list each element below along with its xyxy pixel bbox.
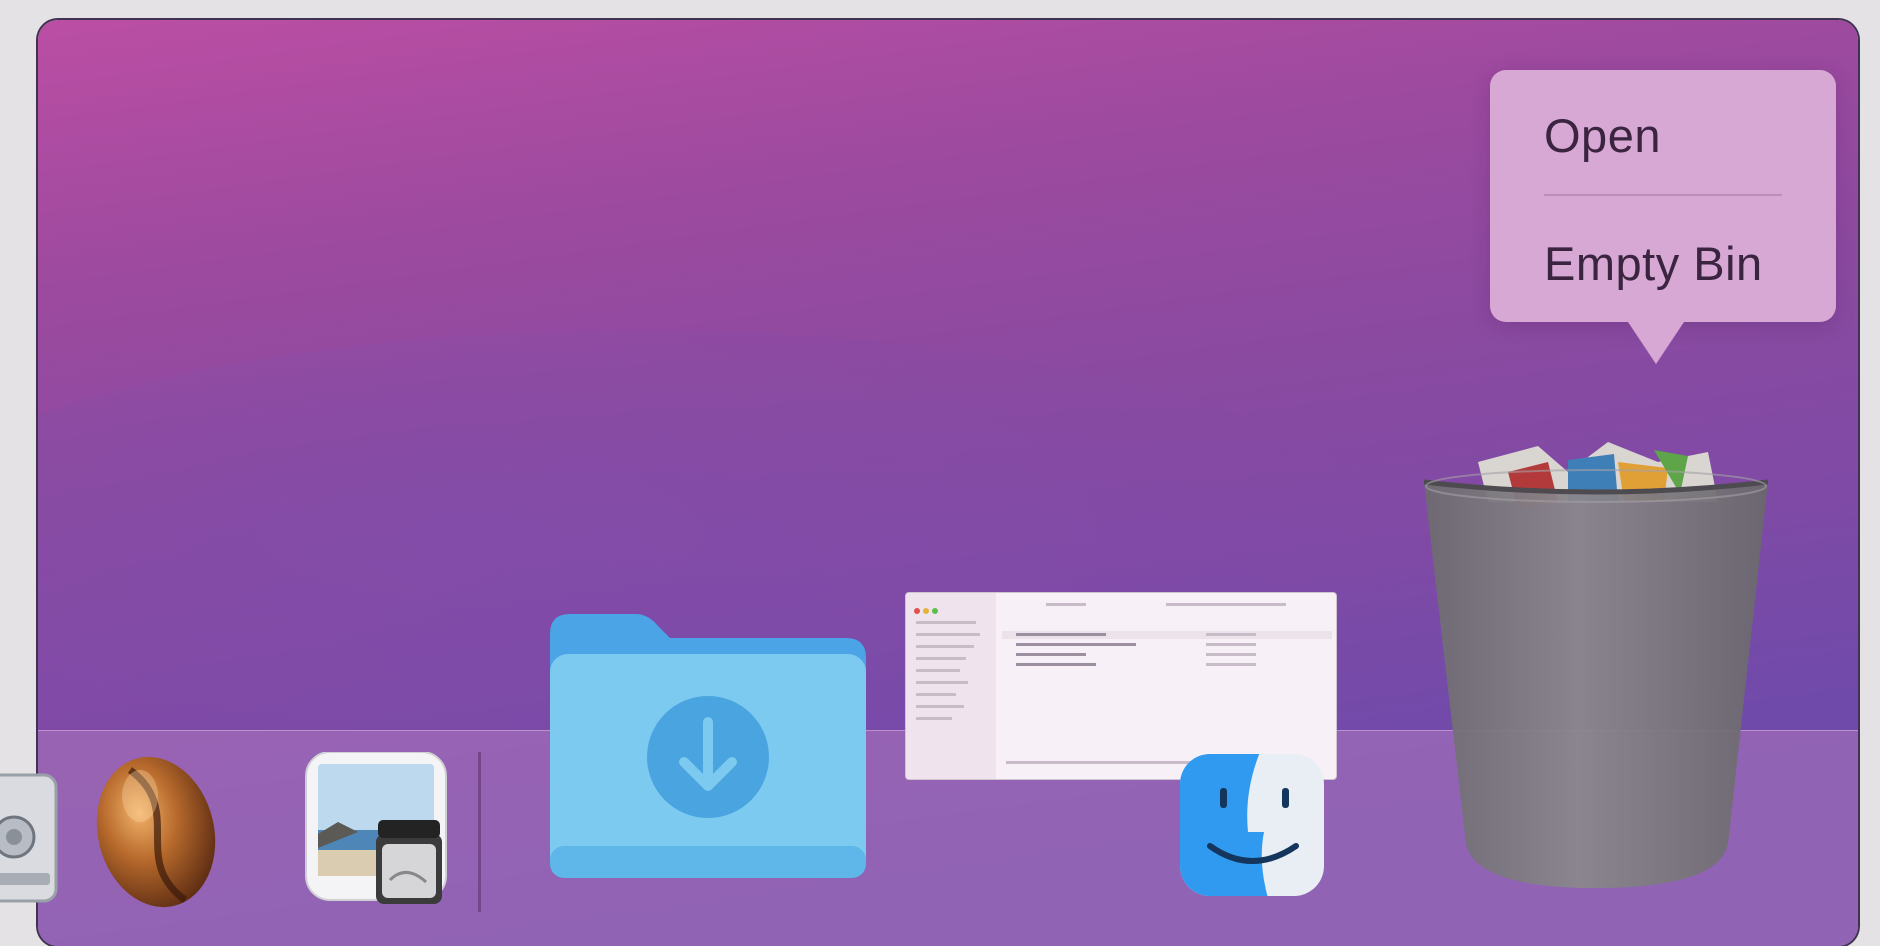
finder-icon[interactable] xyxy=(1178,752,1326,898)
preview-icon[interactable] xyxy=(266,751,448,912)
trash-full-icon[interactable] xyxy=(1418,432,1774,890)
dock-separator xyxy=(478,752,481,912)
context-menu: Open Empty Bin xyxy=(1490,70,1836,364)
menu-item-empty-bin[interactable]: Empty Bin xyxy=(1544,236,1763,291)
coffee-bean-icon[interactable] xyxy=(90,750,225,912)
menu-divider xyxy=(1544,194,1782,196)
lock-icon[interactable] xyxy=(0,765,58,905)
downloads-folder-icon[interactable] xyxy=(548,610,868,880)
menu-item-open[interactable]: Open xyxy=(1544,108,1661,163)
